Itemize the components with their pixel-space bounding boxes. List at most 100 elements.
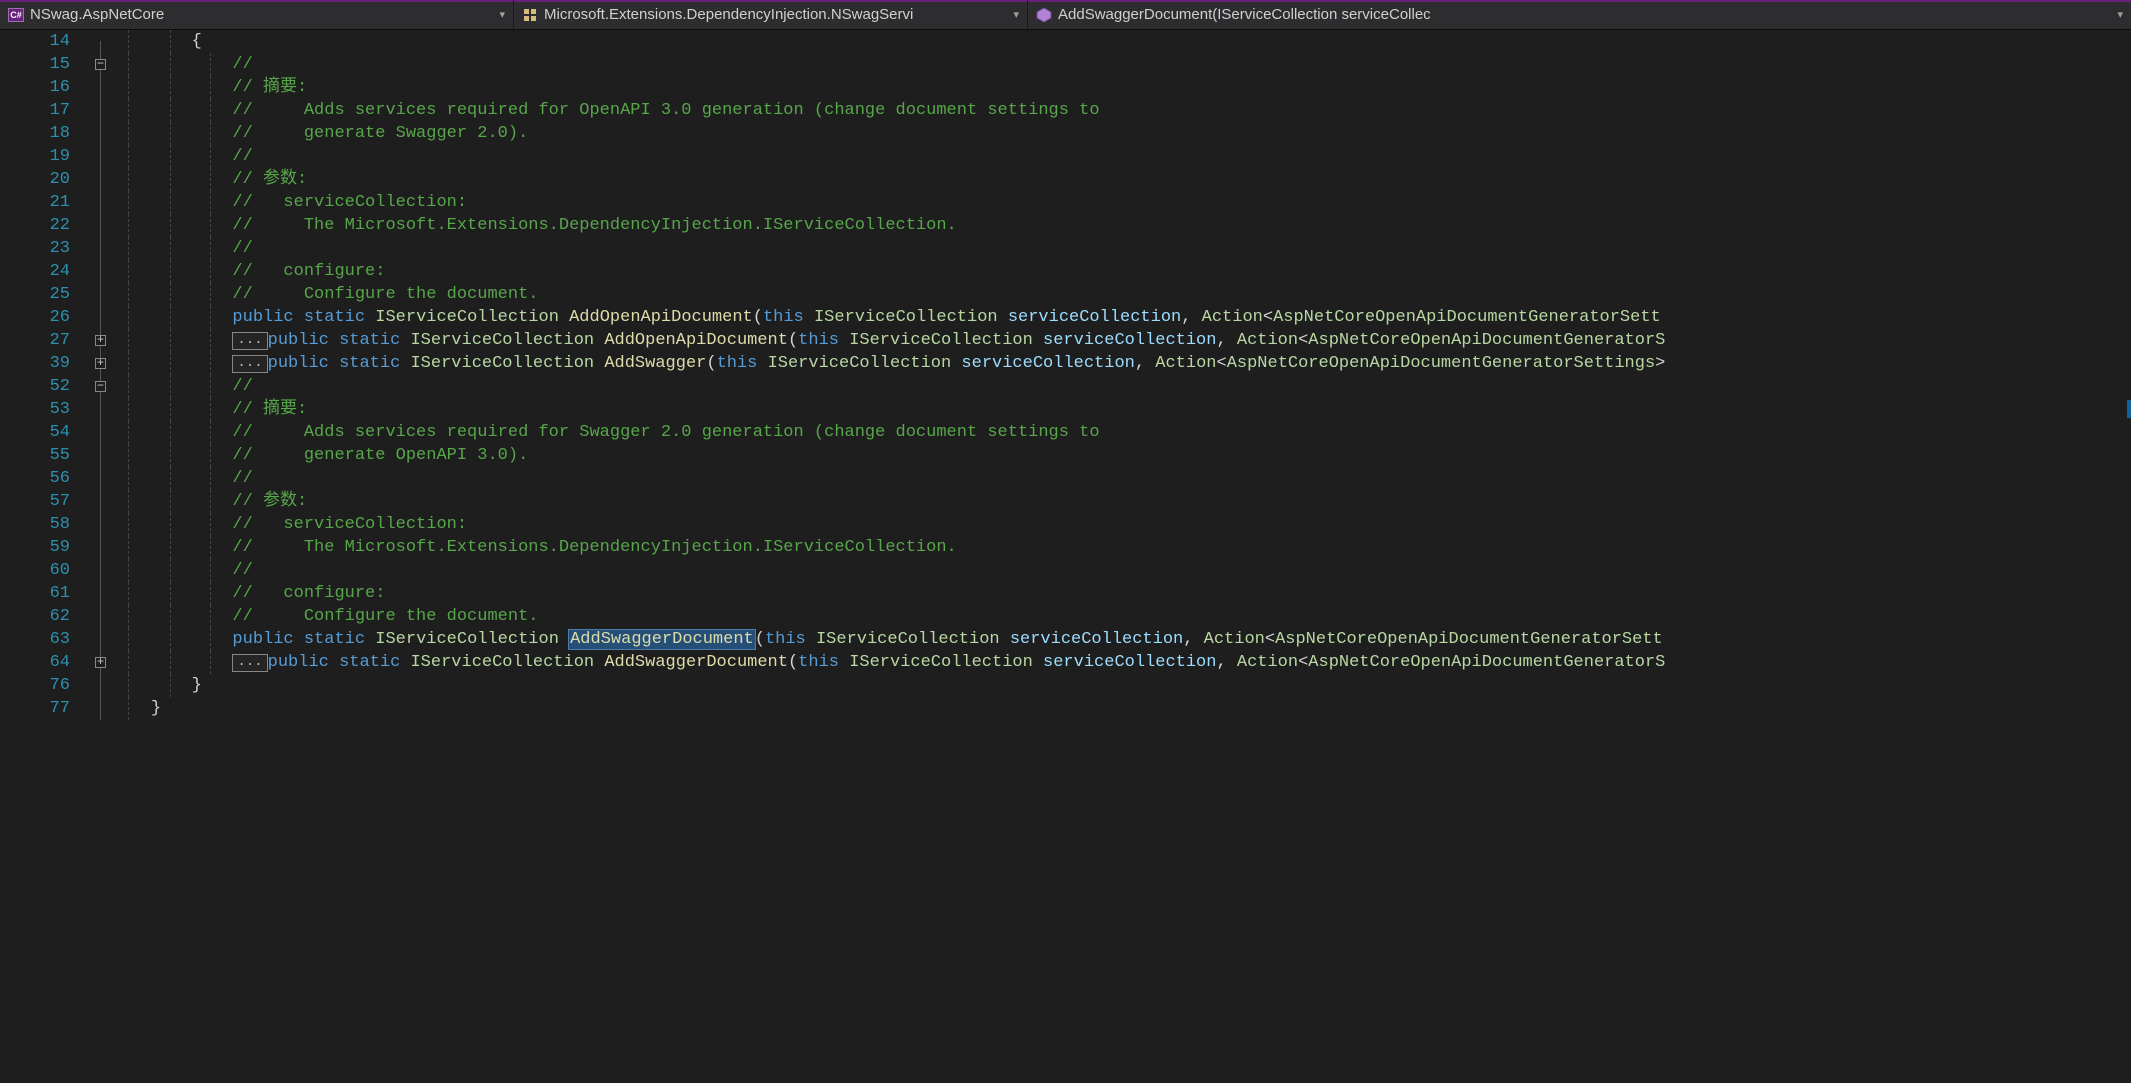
nav-class-label: Microsoft.Extensions.DependencyInjection… (544, 6, 913, 23)
code-line: 57 // 参数: (0, 490, 2131, 513)
code-text[interactable]: { (110, 30, 2131, 53)
code-text[interactable]: ...public static IServiceCollection AddS… (110, 651, 2131, 674)
code-text[interactable]: // Configure the document. (110, 605, 2131, 628)
code-line: 19 // (0, 145, 2131, 168)
code-text[interactable]: // Configure the document. (110, 283, 2131, 306)
code-text[interactable]: } (110, 697, 2131, 720)
code-line: 55 // generate OpenAPI 3.0). (0, 444, 2131, 467)
code-text[interactable]: // generate OpenAPI 3.0). (110, 444, 2131, 467)
outline-guide (92, 99, 110, 122)
line-number: 64 (0, 651, 92, 674)
code-text[interactable]: ...public static IServiceCollection AddO… (110, 329, 2131, 352)
code-line: 58 // serviceCollection: (0, 513, 2131, 536)
outline-guide (92, 674, 110, 697)
code-line: 21 // serviceCollection: (0, 191, 2131, 214)
fold-toggle[interactable]: − (95, 59, 106, 70)
code-line: 24 // configure: (0, 260, 2131, 283)
code-line: 17 // Adds services required for OpenAPI… (0, 99, 2131, 122)
code-line: 18 // generate Swagger 2.0). (0, 122, 2131, 145)
code-text[interactable]: // Adds services required for Swagger 2.… (110, 421, 2131, 444)
outline-guide (92, 467, 110, 490)
line-number: 17 (0, 99, 92, 122)
code-text[interactable]: // (110, 237, 2131, 260)
code-text[interactable]: ...public static IServiceCollection AddS… (110, 352, 2131, 375)
outline-guide (92, 214, 110, 237)
fold-toggle[interactable]: + (95, 358, 106, 369)
code-line: 54 // Adds services required for Swagger… (0, 421, 2131, 444)
code-text[interactable]: // 参数: (110, 490, 2131, 513)
code-text[interactable]: // configure: (110, 582, 2131, 605)
code-text[interactable]: // serviceCollection: (110, 513, 2131, 536)
line-number: 25 (0, 283, 92, 306)
code-text[interactable]: // configure: (110, 260, 2131, 283)
line-number: 15 (0, 53, 92, 76)
code-text[interactable]: // 参数: (110, 168, 2131, 191)
code-text[interactable]: // 摘要: (110, 398, 2131, 421)
line-number: 27 (0, 329, 92, 352)
outline-guide (92, 30, 110, 53)
collapsed-region[interactable]: ... (232, 355, 267, 373)
outline-guide (92, 122, 110, 145)
fold-toggle[interactable]: − (95, 381, 106, 392)
nav-scope-dropdown[interactable]: C# NSwag.AspNetCore ▾ (0, 0, 514, 29)
code-editor[interactable]: 14 {15− //16 // 摘要:17 // Adds services r… (0, 30, 2131, 1083)
overview-ruler[interactable] (2127, 30, 2131, 1083)
outline-guide (92, 444, 110, 467)
fold-toggle[interactable]: + (95, 657, 106, 668)
outline-guide (92, 76, 110, 99)
outline-guide (92, 145, 110, 168)
code-line: 16 // 摘要: (0, 76, 2131, 99)
chevron-down-icon: ▾ (2111, 8, 2123, 21)
code-text[interactable]: // (110, 53, 2131, 76)
code-text[interactable]: // The Microsoft.Extensions.DependencyIn… (110, 536, 2131, 559)
nav-member-label: AddSwaggerDocument(IServiceCollection se… (1058, 6, 1431, 23)
line-number: 54 (0, 421, 92, 444)
csharp-file-icon: C# (8, 7, 24, 23)
outline-guide (92, 191, 110, 214)
outline-guide (92, 168, 110, 191)
line-number: 62 (0, 605, 92, 628)
code-text[interactable]: // The Microsoft.Extensions.DependencyIn… (110, 214, 2131, 237)
code-text[interactable]: // (110, 375, 2131, 398)
code-line: 14 { (0, 30, 2131, 53)
code-text[interactable]: // generate Swagger 2.0). (110, 122, 2131, 145)
collapsed-region[interactable]: ... (232, 654, 267, 672)
code-text[interactable]: // 摘要: (110, 76, 2131, 99)
outline-guide (92, 582, 110, 605)
nav-class-dropdown[interactable]: Microsoft.Extensions.DependencyInjection… (514, 0, 1028, 29)
code-line: 62 // Configure the document. (0, 605, 2131, 628)
nav-member-dropdown[interactable]: AddSwaggerDocument(IServiceCollection se… (1028, 0, 2131, 29)
line-number: 39 (0, 352, 92, 375)
fold-toggle[interactable]: + (95, 335, 106, 346)
code-line: 52− // (0, 375, 2131, 398)
line-number: 23 (0, 237, 92, 260)
code-text[interactable]: // (110, 145, 2131, 168)
outline-guide (92, 513, 110, 536)
class-icon (522, 7, 538, 23)
code-text[interactable]: // serviceCollection: (110, 191, 2131, 214)
line-number: 21 (0, 191, 92, 214)
code-navigation-bar: C# NSwag.AspNetCore ▾ Microsoft.Extensio… (0, 0, 2131, 30)
code-line: 27+ ...public static IServiceCollection … (0, 329, 2131, 352)
line-number: 58 (0, 513, 92, 536)
code-line: 61 // configure: (0, 582, 2131, 605)
outline-guide (92, 398, 110, 421)
line-number: 22 (0, 214, 92, 237)
line-number: 53 (0, 398, 92, 421)
code-text[interactable]: } (110, 674, 2131, 697)
code-text[interactable]: // (110, 559, 2131, 582)
line-number: 77 (0, 697, 92, 720)
code-line: 76 } (0, 674, 2131, 697)
code-line: 15− // (0, 53, 2131, 76)
code-text[interactable]: // (110, 467, 2131, 490)
outline-guide (92, 536, 110, 559)
code-line: 56 // (0, 467, 2131, 490)
outline-guide: + (92, 352, 110, 375)
code-text[interactable]: // Adds services required for OpenAPI 3.… (110, 99, 2131, 122)
code-line: 53 // 摘要: (0, 398, 2131, 421)
code-text[interactable]: public static IServiceCollection AddSwag… (110, 628, 2131, 651)
code-text[interactable]: public static IServiceCollection AddOpen… (110, 306, 2131, 329)
outline-guide: + (92, 651, 110, 674)
line-number: 24 (0, 260, 92, 283)
collapsed-region[interactable]: ... (232, 332, 267, 350)
